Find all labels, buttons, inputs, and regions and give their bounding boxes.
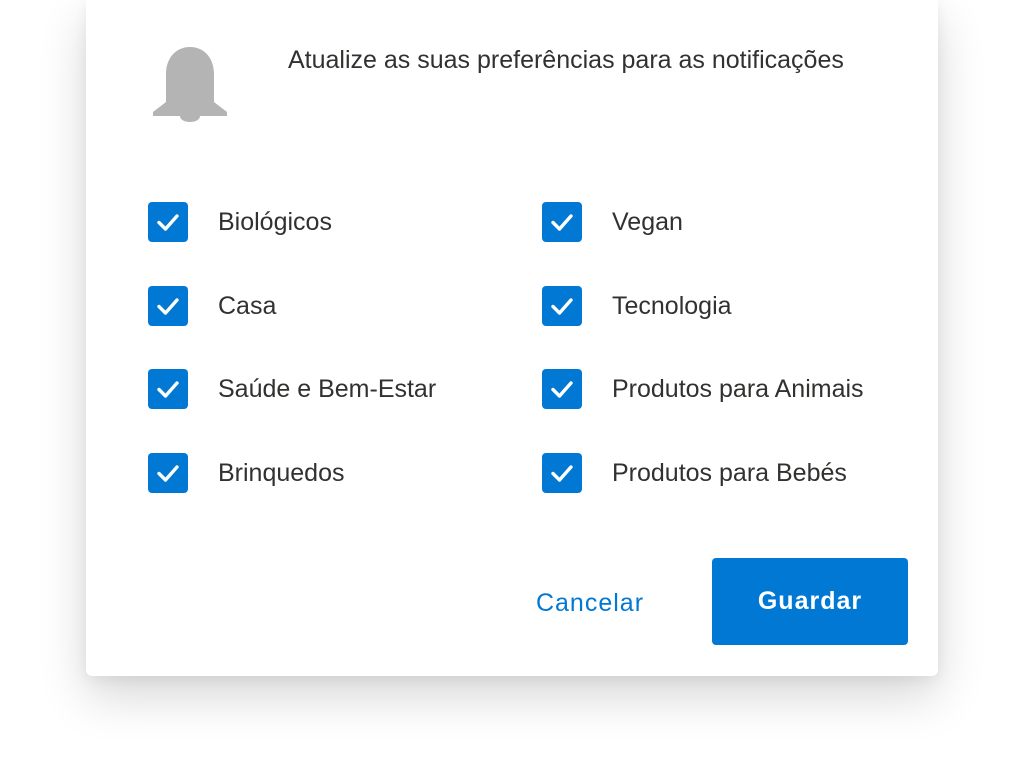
bell-icon — [153, 47, 227, 122]
option-label: Biológicos — [218, 207, 332, 236]
save-button[interactable]: Guardar — [712, 558, 908, 645]
checkbox[interactable] — [148, 369, 188, 409]
checkmark-icon — [157, 381, 179, 398]
checkmark-icon — [551, 214, 573, 231]
option-label: Produtos para Bebés — [612, 458, 847, 487]
option-label: Casa — [218, 291, 277, 320]
checkmark-icon — [157, 465, 179, 482]
option-produtos-animais[interactable]: Produtos para Animais — [542, 367, 864, 411]
option-label: Vegan — [612, 207, 683, 236]
checkbox[interactable] — [542, 453, 582, 493]
checkbox[interactable] — [542, 369, 582, 409]
checkmark-icon — [551, 298, 573, 315]
option-tecnologia[interactable]: Tecnologia — [542, 284, 732, 328]
checkmark-icon — [551, 465, 573, 482]
option-produtos-bebes[interactable]: Produtos para Bebés — [542, 451, 847, 495]
checkbox[interactable] — [148, 286, 188, 326]
checkbox[interactable] — [542, 286, 582, 326]
option-label: Saúde e Bem-Estar — [218, 374, 437, 403]
option-casa[interactable]: Casa — [148, 284, 276, 328]
option-label: Tecnologia — [612, 291, 732, 320]
option-biologicos[interactable]: Biológicos — [148, 200, 332, 244]
checkmark-icon — [157, 298, 179, 315]
checkmark-icon — [551, 381, 573, 398]
option-brinquedos[interactable]: Brinquedos — [148, 451, 344, 495]
checkbox[interactable] — [148, 202, 188, 242]
option-vegan[interactable]: Vegan — [542, 200, 683, 244]
option-label: Produtos para Animais — [612, 374, 864, 403]
cancel-button[interactable]: Cancelar — [520, 580, 660, 626]
option-saude-bem-estar[interactable]: Saúde e Bem-Estar — [148, 367, 436, 411]
checkbox[interactable] — [542, 202, 582, 242]
dialog-title: Atualize as suas preferências para as no… — [288, 46, 844, 74]
checkbox[interactable] — [148, 453, 188, 493]
option-label: Brinquedos — [218, 458, 345, 487]
checkmark-icon — [157, 214, 179, 231]
